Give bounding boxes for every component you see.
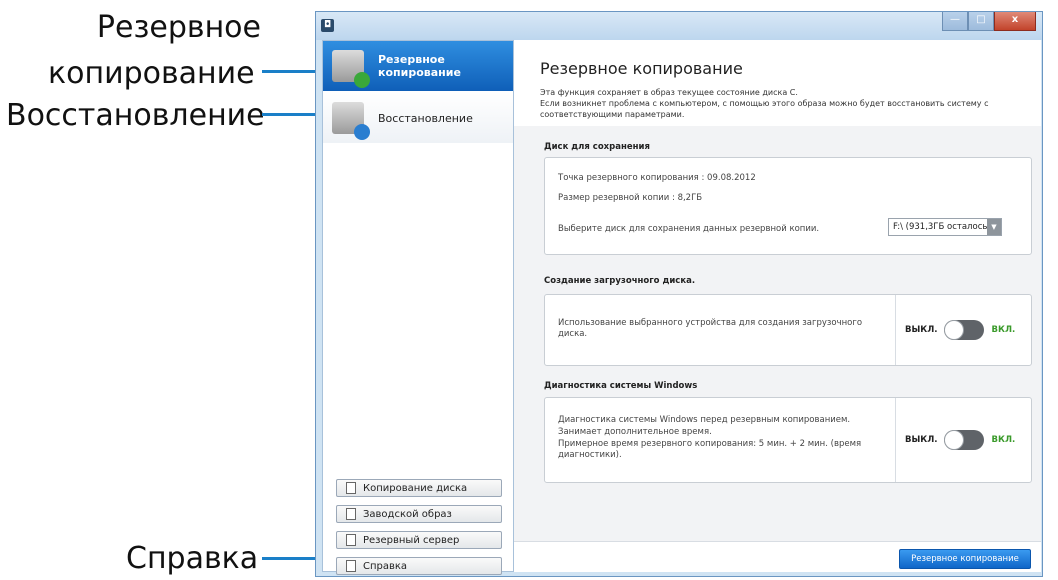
restore-drive-icon <box>332 102 370 140</box>
sidebar-backup-label-2: копирование <box>378 66 461 79</box>
main-body: Диск для сохранения Точка резервного коп… <box>514 126 1041 542</box>
disk-section-title: Диск для сохранения <box>544 142 650 152</box>
sidebar-backup-label-1: Резервное <box>378 53 445 66</box>
backup-server-label: Резервный сервер <box>363 534 460 546</box>
chevron-down-icon: ▼ <box>987 219 1001 235</box>
disk-select-value: F:\ (931,3ГБ осталось) <box>893 222 991 232</box>
boot-section-title: Создание загрузочного диска. <box>544 276 696 286</box>
close-button[interactable]: x <box>994 12 1036 31</box>
diag-on-label: ВКЛ. <box>991 435 1016 445</box>
server-icon <box>346 534 356 546</box>
help-icon <box>346 560 356 572</box>
boot-off-label: ВЫКЛ. <box>905 325 938 335</box>
description-line-1: Эта функция сохраняет в образ текущее со… <box>540 88 798 97</box>
boot-toggle-group: ВЫКЛ. ВКЛ. <box>905 320 1015 340</box>
app-window: ◘ — □ x Резервное копирование Восстановл… <box>315 11 1043 577</box>
diag-line-1: Диагностика системы Windows перед резерв… <box>558 415 851 425</box>
window-controls: — □ x <box>942 12 1036 31</box>
callout-help: Справка <box>126 541 258 577</box>
callout-restore: Восстановление <box>6 98 265 134</box>
sidebar-item-backup[interactable]: Резервное копирование <box>323 41 513 91</box>
help-button[interactable]: Справка <box>336 557 502 575</box>
boot-description: Использование выбранного устройства для … <box>558 318 863 339</box>
sidebar-item-backup-label: Резервное копирование <box>378 53 461 79</box>
clock-icon <box>346 508 356 520</box>
callout-backup: Резервное <box>91 10 261 46</box>
diag-toggle-group: ВЫКЛ. ВКЛ. <box>905 430 1015 450</box>
sidebar-item-restore[interactable]: Восстановление <box>323 93 513 143</box>
diag-divider <box>895 398 896 482</box>
disk-copy-label: Копирование диска <box>363 482 468 494</box>
disk-select[interactable]: F:\ (931,3ГБ осталось) ▼ <box>888 218 1002 236</box>
diag-line-3: Примерное время резервного копирования: … <box>558 439 862 460</box>
callout-restore-text: Восстановление <box>6 98 265 133</box>
diag-toggle[interactable] <box>943 430 984 450</box>
diag-off-label: ВЫКЛ. <box>905 435 938 445</box>
boot-divider <box>895 295 896 365</box>
boot-section-box: Использование выбранного устройства для … <box>544 294 1032 366</box>
copy-icon <box>346 482 356 494</box>
title-bar: ◘ — □ x <box>316 12 1042 40</box>
page-description: Эта функция сохраняет в образ текущее со… <box>540 87 1030 120</box>
callout-help-text: Справка <box>126 541 259 576</box>
main-footer: Резервное копирование <box>514 541 1041 572</box>
main-panel: Резервное копирование Эта функция сохран… <box>514 40 1041 572</box>
start-backup-button[interactable]: Резервное копирование <box>899 549 1031 569</box>
callout-backup-line1: Резервное <box>96 10 261 45</box>
backup-size-text: Размер резервной копии : 8,2ГБ <box>558 193 703 203</box>
factory-image-button[interactable]: Заводской образ <box>336 505 502 523</box>
boot-on-label: ВКЛ. <box>991 325 1016 335</box>
sidebar-item-restore-label: Восстановление <box>378 111 473 125</box>
app-icon: ◘ <box>321 19 334 32</box>
restore-arrow-icon <box>354 124 370 140</box>
toggle-knob <box>943 320 964 340</box>
maximize-button[interactable]: □ <box>968 12 994 31</box>
main-header: Резервное копирование Эта функция сохран… <box>514 40 1041 127</box>
disk-select-prompt: Выберите диск для сохранения данных резе… <box>558 224 820 234</box>
page-title: Резервное копирование <box>540 59 743 78</box>
minimize-button[interactable]: — <box>942 12 968 31</box>
restore-point-text: Точка резервного копирования : 09.08.201… <box>558 173 756 183</box>
toggle-knob <box>943 430 964 450</box>
sidebar: Резервное копирование Восстановление Коп… <box>322 40 514 575</box>
download-arrow-icon <box>354 72 370 88</box>
callout-backup-2: копирование <box>48 56 255 92</box>
disk-section-box: Точка резервного копирования : 09.08.201… <box>544 157 1032 255</box>
callout-backup-line2: копирование <box>48 56 255 91</box>
diag-section-box: Диагностика системы Windows перед резерв… <box>544 397 1032 483</box>
help-label: Справка <box>363 560 408 572</box>
boot-toggle[interactable] <box>943 320 984 340</box>
disk-copy-button[interactable]: Копирование диска <box>336 479 502 497</box>
description-line-2: Если возникнет проблема с компьютером, с… <box>540 99 989 119</box>
diag-line-2: Занимает дополнительное время. <box>558 427 712 437</box>
backup-drive-icon <box>332 50 370 88</box>
factory-image-label: Заводской образ <box>363 508 452 520</box>
backup-server-button[interactable]: Резервный сервер <box>336 531 502 549</box>
diag-section-title: Диагностика системы Windows <box>544 381 698 391</box>
